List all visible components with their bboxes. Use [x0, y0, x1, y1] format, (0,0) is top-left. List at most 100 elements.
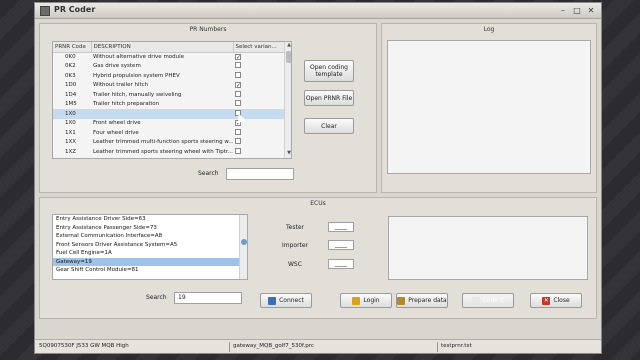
table-row[interactable]: 1X0	[53, 109, 291, 119]
ecu-list-item[interactable]: External Communication Interface=A8	[53, 232, 247, 241]
scroll-down-icon[interactable]: ▼	[285, 150, 291, 157]
prnr-code-cell: 1M5	[65, 101, 77, 108]
log-output[interactable]	[387, 40, 591, 174]
key-icon	[352, 296, 361, 305]
variant-checkbox[interactable]	[235, 90, 241, 97]
ecu-list-scrollbar[interactable]	[239, 215, 247, 279]
table-row[interactable]: 1D4 Trailer hitch, manually swiveling	[53, 90, 291, 100]
variant-checkbox[interactable]	[235, 128, 241, 135]
pr-numbers-panel: PR Numbers PRNR Code DESCRIPTION Select …	[39, 23, 377, 193]
table-row[interactable]: 1X0 Front wheel drive ✓	[53, 119, 291, 129]
select-variant-cell	[233, 147, 291, 157]
close-window-button[interactable]: ✕	[585, 5, 597, 16]
ecu-search-input[interactable]: 19	[174, 292, 242, 304]
scroll-up-icon[interactable]: ▲	[285, 42, 291, 49]
ecus-panel: ECUs Entry Assistance Driver Side=63 Entr…	[39, 197, 597, 319]
ecu-list-item[interactable]: Fuel Cell Engine=1A	[53, 249, 247, 258]
col-prnr-code[interactable]: PRNR Code	[53, 42, 92, 53]
ecu-search-label: Search	[146, 294, 167, 301]
tester-field[interactable]: ____	[328, 222, 354, 232]
pr-numbers-title: PR Numbers	[189, 26, 227, 33]
app-icon	[40, 6, 50, 16]
importer-label: Importer	[282, 242, 309, 249]
select-variant-cell: ✓	[233, 52, 291, 62]
connect-icon	[268, 296, 277, 305]
variant-checkbox[interactable]	[235, 100, 241, 107]
status-file-txt: testprnr.txt	[441, 343, 472, 349]
prnr-code-cell: 1D0	[65, 82, 77, 89]
ecu-list-item[interactable]: Entry Assistance Driver Side=63	[53, 215, 247, 224]
status-separator	[229, 342, 230, 352]
ecu-list-item[interactable]: Gear Shift Control Module=81	[53, 266, 247, 275]
table-row[interactable]: 1M5 Trailer hitch preparation	[53, 100, 291, 110]
close-icon: ✕	[542, 296, 551, 305]
select-variant-cell: ✓	[233, 81, 291, 91]
description-cell: Hybrid propulsion system PHEV	[93, 72, 180, 79]
variant-checkbox[interactable]	[235, 138, 241, 145]
connect-label: Connect	[279, 297, 304, 304]
pr-table-header: PRNR Code DESCRIPTION Select varian...	[53, 42, 291, 53]
description-cell: Trailer hitch, manually swiveling	[93, 91, 182, 98]
status-ecu-info: 5Q0907530F J533 GW MQB High	[39, 343, 129, 349]
ecu-scroll-thumb[interactable]	[241, 239, 247, 245]
pr-search-input[interactable]	[226, 168, 294, 180]
status-bar: 5Q0907530F J533 GW MQB High gateway_MQB_…	[35, 339, 601, 353]
prnr-code-cell: 0K2	[65, 63, 76, 70]
open-coding-template-button[interactable]: Open coding template	[304, 60, 354, 82]
col-select-variant[interactable]: Select varian...	[233, 42, 291, 53]
variant-checkbox[interactable]: ✓	[235, 53, 241, 60]
description-cell	[91, 109, 233, 119]
prnr-code-cell: 1X1	[65, 129, 76, 136]
select-variant-cell	[233, 138, 291, 148]
pr-table: PRNR Code DESCRIPTION Select varian... 0…	[52, 41, 292, 159]
title-bar: PR Coder – □ ✕	[35, 3, 601, 19]
login-label: Login	[363, 297, 380, 304]
table-row[interactable]: 1XX Leather trimmed multi-function sports…	[53, 138, 291, 148]
pr-coder-window: PR Coder – □ ✕ PR Numbers PRNR Code DESC…	[34, 2, 602, 354]
table-row[interactable]: 0K0 Without alternative drive module ✓	[53, 52, 291, 62]
table-row[interactable]: 0K2 Gas drive system	[53, 62, 291, 72]
table-row[interactable]: 0K3 Hybrid propulsion system PHEV	[53, 71, 291, 81]
select-variant-cell	[233, 90, 291, 100]
ecus-title: ECUs	[310, 200, 326, 207]
prnr-code-cell: 1XZ	[65, 148, 77, 155]
select-variant-cell	[233, 128, 291, 138]
variant-checkbox[interactable]: ✓	[235, 81, 241, 88]
minimize-button[interactable]: –	[557, 5, 569, 16]
ecu-list-item[interactable]: Gateway=19	[53, 257, 247, 266]
variant-checkbox[interactable]	[235, 62, 241, 69]
description-cell: Without trailer hitch	[93, 82, 149, 89]
description-cell: Trailer hitch preparation	[93, 101, 160, 108]
wsc-label: WSC	[288, 261, 302, 268]
ecu-list-item[interactable]: Front Sensors Driver Assistance System=A…	[53, 241, 247, 250]
variant-checkbox[interactable]	[235, 71, 241, 78]
description-cell: Four wheel drive	[93, 129, 139, 136]
wsc-field[interactable]: ____	[328, 259, 354, 269]
prepare-data-button[interactable]: Prepare data	[396, 293, 448, 308]
importer-field[interactable]: ____	[328, 240, 354, 250]
ecu-list-item[interactable]: Entry Assistance Passenger Side=73	[53, 224, 247, 233]
close-label: Close	[553, 297, 570, 304]
maximize-button[interactable]: □	[571, 5, 583, 16]
close-button[interactable]: ✕ Close	[530, 293, 582, 308]
description-cell: Front wheel drive	[93, 120, 141, 127]
table-row[interactable]: 1X1 Four wheel drive	[53, 128, 291, 138]
open-prnr-file-button[interactable]: Open PRNR File	[304, 90, 354, 106]
connect-button[interactable]: Connect	[260, 293, 312, 308]
select-variant-cell	[233, 62, 291, 72]
pr-table-scrollbar[interactable]: ▲ ▼	[284, 42, 291, 158]
description-cell: Without alternative drive module	[93, 54, 185, 60]
log-title: Log	[483, 26, 495, 33]
col-description[interactable]: DESCRIPTION	[91, 42, 234, 53]
clear-button[interactable]: Clear	[304, 118, 354, 134]
table-row[interactable]: 1XZ Leather trimmed sports steering wheel…	[53, 147, 291, 157]
code-it-button[interactable]: Code It	[462, 293, 514, 308]
pr-search-label: Search	[198, 170, 219, 177]
variant-checkbox[interactable]	[235, 147, 241, 154]
scroll-thumb[interactable]	[286, 51, 291, 63]
login-button[interactable]: Login	[340, 293, 392, 308]
table-row[interactable]: 1D0 Without trailer hitch ✓	[53, 81, 291, 91]
prepare-label: Prepare data	[408, 297, 447, 304]
prnr-code-cell: 0K3	[65, 72, 76, 79]
prnr-code-cell: 0K0	[65, 54, 76, 60]
